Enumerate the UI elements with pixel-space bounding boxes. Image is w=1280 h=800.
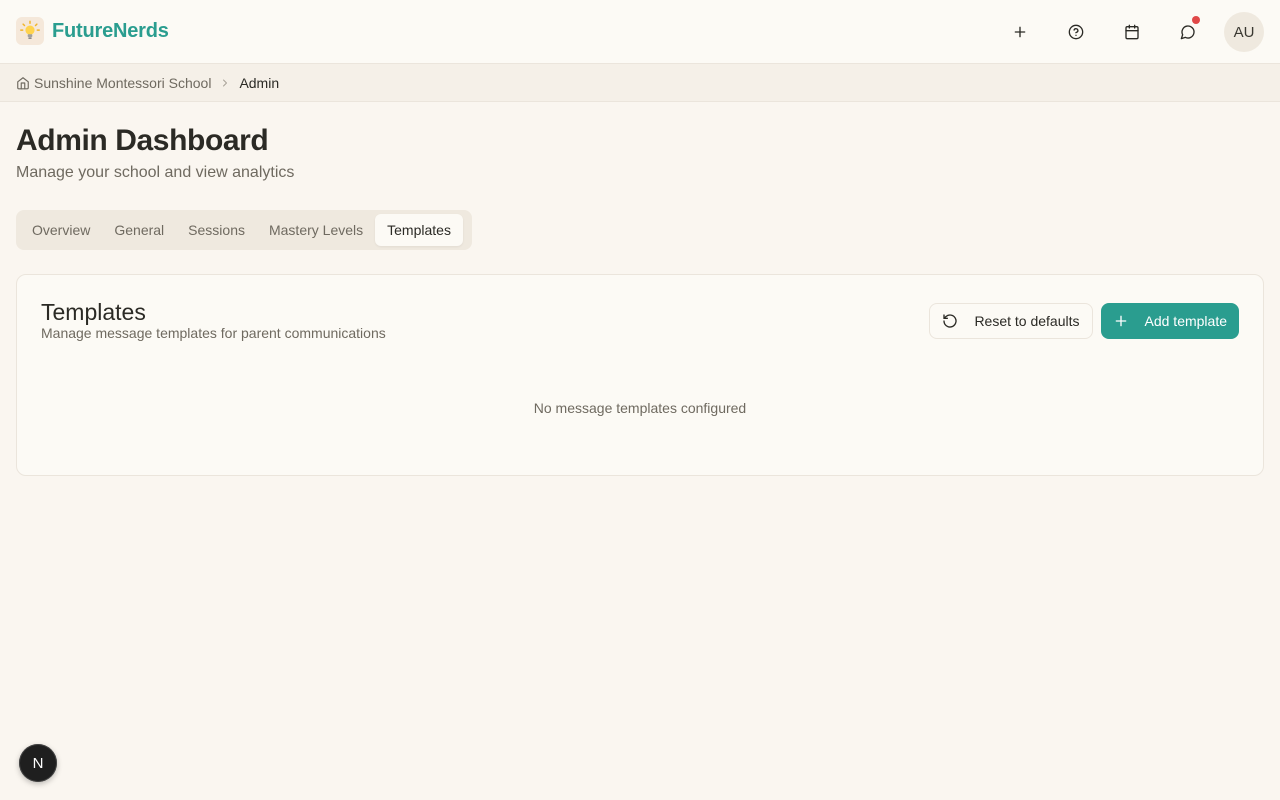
reset-to-defaults-button[interactable]: Reset to defaults	[929, 303, 1093, 339]
help-button[interactable]	[1056, 12, 1096, 52]
page-subtitle: Manage your school and view analytics	[16, 164, 295, 181]
card-title: Templates	[41, 299, 146, 325]
reset-to-defaults-label: Reset to defaults	[974, 313, 1080, 329]
calendar-icon	[1125, 24, 1139, 40]
templates-card: Templates Manage message templates for p…	[16, 274, 1264, 476]
add-template-label: Add template	[1144, 313, 1228, 329]
breadcrumb-home-link[interactable]: Sunshine Montessori School	[16, 75, 211, 91]
top-bar: FutureNerds AU	[0, 0, 1280, 64]
messages-button[interactable]	[1168, 12, 1208, 52]
rotate-ccw-icon	[943, 314, 958, 328]
tab-overview[interactable]: Overview	[20, 214, 102, 246]
chevron-right-icon	[219, 77, 231, 89]
help-circle-icon	[1068, 24, 1084, 40]
home-icon	[17, 76, 29, 89]
breadcrumb-home-label: Sunshine Montessori School	[34, 74, 212, 91]
breadcrumb-current: Admin	[239, 74, 280, 91]
plus-icon	[1014, 26, 1026, 38]
tab-mastery-levels[interactable]: Mastery Levels	[257, 214, 375, 246]
brand-name: FutureNerds	[52, 19, 169, 42]
tab-general[interactable]: General	[102, 214, 176, 246]
lightbulb-logo-icon	[16, 17, 44, 45]
page-title: Admin Dashboard	[16, 124, 269, 157]
create-button[interactable]	[1000, 12, 1040, 52]
card-actions: Reset to defaults Add template	[929, 303, 1239, 339]
add-template-button[interactable]: Add template	[1100, 303, 1239, 339]
message-circle-icon	[1180, 25, 1195, 40]
calendar-button[interactable]	[1112, 12, 1152, 52]
card-description: Manage message templates for parent comm…	[41, 325, 386, 341]
plus-icon	[1115, 315, 1126, 327]
tab-templates[interactable]: Templates	[375, 214, 463, 246]
tab-sessions[interactable]: Sessions	[176, 214, 257, 246]
top-actions: AU	[984, 12, 1264, 52]
user-avatar[interactable]: AU	[1224, 12, 1264, 52]
breadcrumb: Sunshine Montessori School Admin	[0, 64, 1280, 102]
brand[interactable]: FutureNerds	[16, 17, 169, 45]
notification-dot	[1192, 16, 1200, 24]
empty-state-message: No message templates configured	[533, 400, 747, 416]
admin-tabs: Overview General Sessions Mastery Levels…	[16, 210, 472, 250]
dev-tools-badge[interactable]: N	[19, 744, 57, 782]
